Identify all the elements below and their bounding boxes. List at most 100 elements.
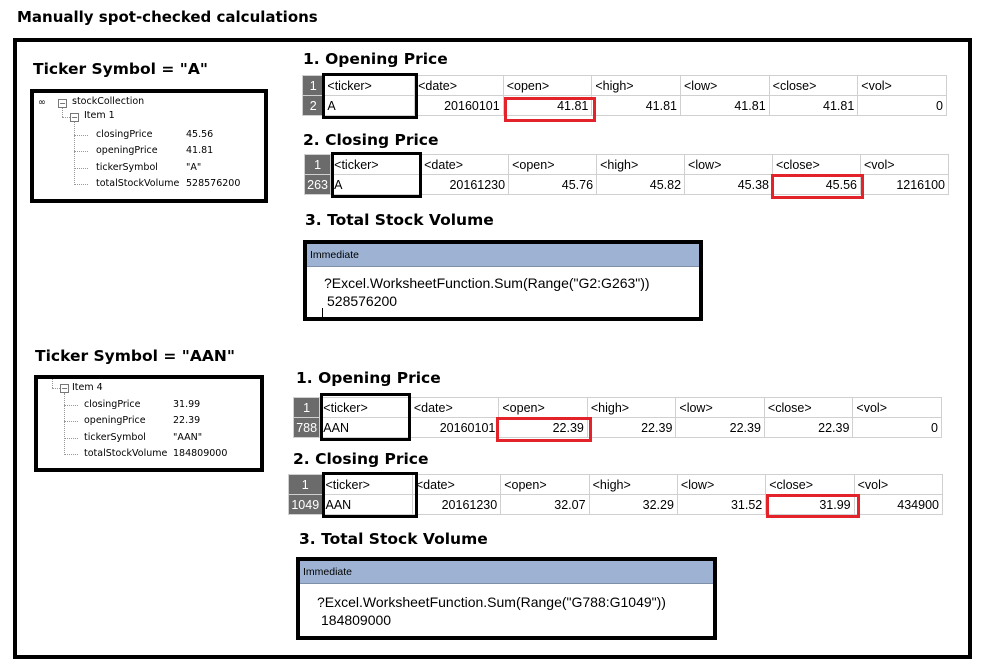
row-header[interactable]: 1049 — [288, 494, 323, 515]
immediate-command[interactable]: ?Excel.WorksheetFunction.Sum(Range("G2:G… — [324, 274, 650, 292]
total-volume-heading-aan: 3. Total Stock Volume — [299, 530, 488, 548]
column-header[interactable]: <close> — [763, 397, 854, 418]
immediate-result[interactable]: 184809000 — [321, 611, 391, 629]
cell-date[interactable]: 20161230 — [411, 494, 502, 515]
column-header[interactable]: <close> — [768, 75, 859, 96]
cell-open[interactable]: 45.76 — [508, 174, 598, 195]
column-header[interactable]: <close> — [772, 154, 861, 175]
column-header[interactable]: <high> — [586, 397, 677, 418]
cell-vol[interactable]: 0 — [852, 417, 942, 438]
immediate-window-aan: Immediate ?Excel.WorksheetFunction.Sum(R… — [296, 557, 717, 640]
page-title: Manually spot-checked calculations — [17, 8, 318, 26]
stock-collection-tree-a: ∞ − stockCollection − Item 1 closingPric… — [30, 89, 268, 203]
cell-high[interactable]: 22.39 — [586, 417, 677, 438]
tree-field-value: 184809000 — [173, 448, 228, 459]
tree-field-value: 31.99 — [173, 399, 201, 410]
tree-field-name: closingPrice — [96, 129, 153, 140]
cell-close[interactable]: 22.39 — [763, 417, 854, 438]
opening-price-heading-a: 1. Opening Price — [303, 50, 448, 68]
column-header[interactable]: <low> — [676, 474, 767, 495]
closing-price-heading-aan: 2. Closing Price — [293, 450, 429, 468]
column-header[interactable]: <close> — [765, 474, 855, 495]
ticker-highlight-box — [322, 73, 418, 119]
tree-field-name: totalStockVolume — [84, 448, 168, 459]
cell-low[interactable]: 22.39 — [675, 417, 765, 438]
stock-collection-tree-aan: − Item 4 closingPrice 31.99 openingPrice… — [34, 375, 264, 472]
column-header[interactable]: <open> — [508, 154, 598, 175]
tree-field-value: "AAN" — [173, 432, 203, 443]
tree-field-value: 22.39 — [173, 415, 201, 426]
column-header[interactable]: <high> — [588, 474, 678, 495]
cell-vol[interactable]: 0 — [857, 95, 947, 116]
close-value-highlight-box — [766, 494, 860, 518]
open-value-highlight-box — [504, 97, 596, 122]
open-value-highlight-box — [496, 417, 592, 442]
tree-field-name: tickerSymbol — [96, 162, 158, 173]
column-header[interactable]: <vol> — [853, 474, 944, 495]
cell-vol[interactable]: 434900 — [853, 494, 944, 515]
immediate-titlebar: Immediate — [300, 561, 713, 584]
column-header[interactable]: <low> — [675, 397, 765, 418]
tree-root-label: stockCollection — [72, 96, 145, 107]
immediate-result[interactable]: 528576200 — [327, 292, 397, 310]
tree-field-name: closingPrice — [84, 399, 141, 410]
column-header[interactable]: <date> — [420, 154, 510, 175]
column-header[interactable]: <date> — [409, 397, 500, 418]
column-header[interactable]: <vol> — [852, 397, 942, 418]
ticker-highlight-box — [331, 152, 422, 198]
ticker-heading-a: Ticker Symbol = "A" — [33, 60, 208, 78]
column-header[interactable]: <low> — [680, 75, 770, 96]
cell-open[interactable]: 32.07 — [500, 494, 590, 515]
close-value-highlight-box — [771, 174, 864, 199]
tree-field-value: "A" — [186, 162, 202, 173]
row-header[interactable]: 1 — [288, 474, 323, 495]
column-header[interactable]: <open> — [498, 397, 588, 418]
tree-field-value: 45.56 — [186, 129, 214, 140]
column-header[interactable]: <high> — [596, 154, 686, 175]
column-header[interactable]: <open> — [500, 474, 590, 495]
column-header[interactable]: <low> — [684, 154, 773, 175]
immediate-window-a: Immediate ?Excel.WorksheetFunction.Sum(R… — [303, 240, 703, 321]
row-header[interactable]: 1 — [292, 397, 321, 418]
column-header[interactable]: <open> — [502, 75, 593, 96]
ticker-highlight-box — [322, 472, 418, 518]
cell-vol[interactable]: 1216100 — [859, 174, 950, 195]
closing-price-heading-a: 2. Closing Price — [303, 131, 439, 149]
cell-low[interactable]: 45.38 — [684, 174, 773, 195]
collapse-icon[interactable]: − — [58, 99, 67, 108]
tree-field-name: openingPrice — [84, 415, 146, 426]
column-header[interactable]: <date> — [411, 474, 502, 495]
cell-high[interactable]: 41.81 — [591, 95, 681, 116]
row-header[interactable]: 263 — [303, 174, 332, 195]
column-header[interactable]: <vol> — [857, 75, 947, 96]
cell-high[interactable]: 45.82 — [596, 174, 686, 195]
tree-field-name: openingPrice — [96, 145, 158, 156]
total-volume-heading-a: 3. Total Stock Volume — [305, 211, 494, 229]
row-header[interactable]: 1 — [301, 75, 325, 96]
cell-close[interactable]: 41.81 — [768, 95, 859, 116]
cell-low[interactable]: 31.52 — [676, 494, 767, 515]
text-caret — [322, 308, 323, 317]
column-header[interactable]: <high> — [591, 75, 681, 96]
cell-high[interactable]: 32.29 — [588, 494, 678, 515]
column-header[interactable]: <date> — [414, 75, 504, 96]
glasses-icon: ∞ — [38, 97, 46, 108]
ticker-highlight-box — [320, 393, 411, 441]
cell-date[interactable]: 20161230 — [420, 174, 510, 195]
row-header[interactable]: 788 — [292, 417, 321, 438]
tree-field-name: totalStockVolume — [96, 178, 180, 189]
row-header[interactable]: 2 — [301, 95, 325, 116]
immediate-titlebar: Immediate — [307, 244, 699, 267]
cell-date[interactable]: 20160101 — [409, 417, 500, 438]
row-header[interactable]: 1 — [303, 154, 332, 175]
collapse-icon[interactable]: − — [60, 384, 69, 393]
cell-low[interactable]: 41.81 — [680, 95, 770, 116]
collapse-icon[interactable]: − — [70, 113, 79, 122]
tree-item-label: Item 1 — [84, 110, 115, 121]
immediate-command[interactable]: ?Excel.WorksheetFunction.Sum(Range("G788… — [317, 593, 666, 611]
column-header[interactable]: <vol> — [859, 154, 950, 175]
opening-price-heading-aan: 1. Opening Price — [296, 369, 441, 387]
ticker-heading-aan: Ticker Symbol = "AAN" — [35, 347, 235, 365]
cell-date[interactable]: 20160101 — [414, 95, 504, 116]
tree-item-label: Item 4 — [72, 382, 103, 393]
